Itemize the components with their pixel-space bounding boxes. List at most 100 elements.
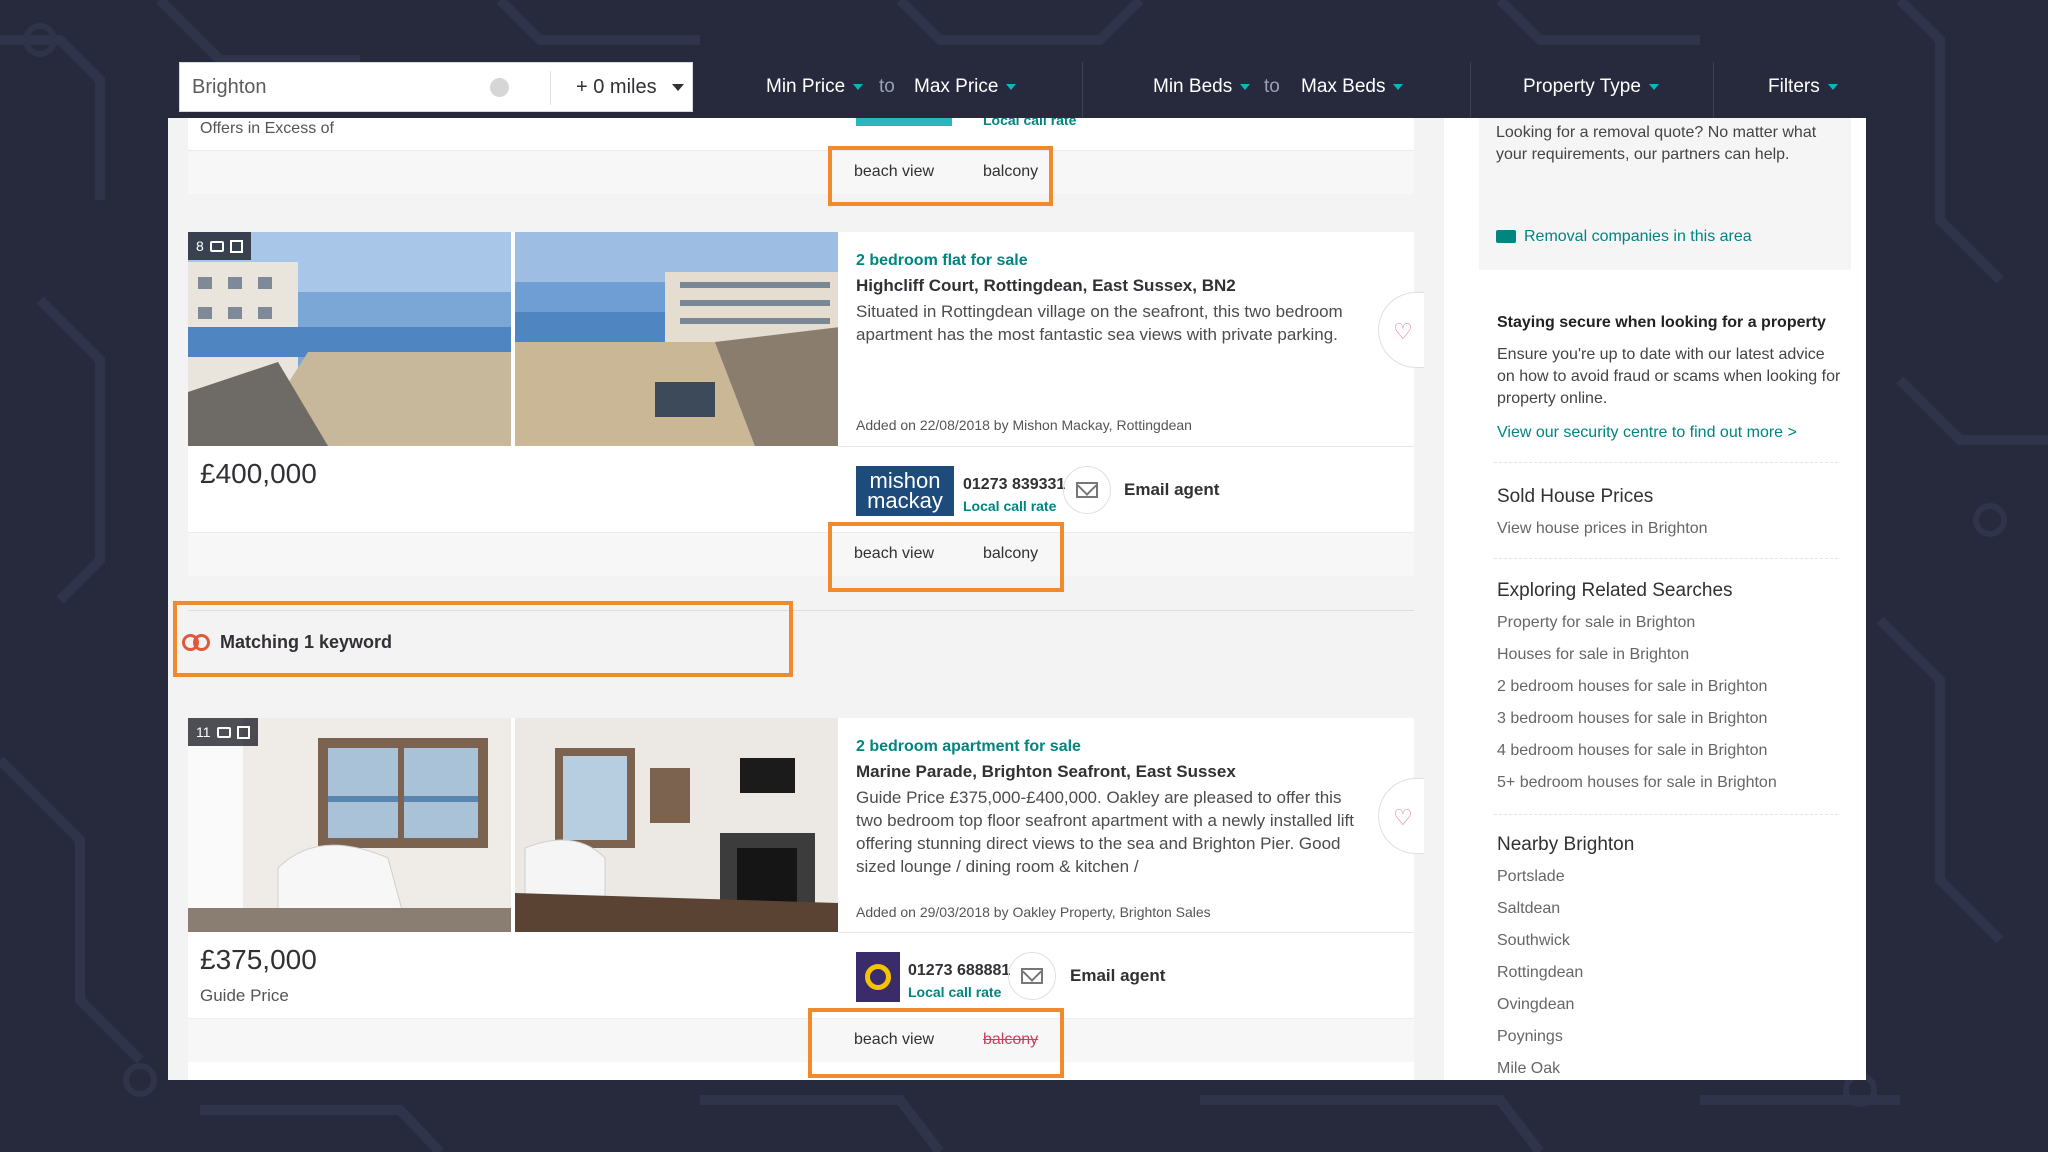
property-type-dropdown[interactable]: Property Type	[1523, 76, 1659, 98]
chevron-down-icon	[1006, 84, 1017, 90]
email-agent-link[interactable]: Email agent	[1124, 480, 1219, 500]
floorplan-icon	[229, 239, 243, 253]
email-agent-icon-button[interactable]	[1008, 952, 1056, 1000]
max-price-label: Max Price	[914, 76, 999, 97]
property-card[interactable]: 11 £375,000 Guide Price 2 bedroom apartm…	[188, 718, 1424, 1080]
removal-text: Looking for a removal quote? No matter w…	[1496, 124, 1817, 163]
filters-label: Filters	[1768, 76, 1820, 97]
local-call-rate: Local call rate	[908, 984, 1002, 1000]
security-title: Staying secure when looking for a proper…	[1497, 314, 1826, 331]
floorplan-icon	[236, 725, 250, 739]
property-photo[interactable]	[188, 232, 511, 446]
photo-count-badge: 8	[188, 232, 251, 260]
nearby-link[interactable]: Portslade	[1497, 868, 1565, 886]
to-label: to	[879, 76, 895, 97]
sold-prices-link[interactable]: View house prices in Brighton	[1497, 520, 1708, 538]
email-agent-icon-button[interactable]	[1063, 466, 1111, 514]
keyword-tags: beach view balcony	[188, 150, 1414, 194]
heart-icon: ♡	[1393, 805, 1413, 830]
nearby-link[interactable]: Mile Oak	[1497, 1060, 1560, 1078]
envelope-icon	[1021, 968, 1043, 984]
local-call-rate: Local call rate	[963, 498, 1057, 514]
max-beds-dropdown[interactable]: Max Beds	[1301, 76, 1404, 98]
nearby-link[interactable]: Poynings	[1497, 1028, 1563, 1046]
divider	[838, 446, 1414, 447]
nearby-link[interactable]: Saltdean	[1497, 900, 1560, 918]
property-card[interactable]: 8 £400,000 2 bedroom flat for sale Highc…	[188, 232, 1424, 576]
photo-gallery[interactable]: 8	[188, 232, 838, 446]
divider	[550, 71, 551, 105]
radius-select[interactable]: + 0 miles	[576, 76, 657, 99]
min-price-dropdown[interactable]: Min Price	[766, 76, 864, 98]
property-description: Situated in Rottingdean village on the s…	[856, 302, 1343, 344]
location-search-box: Brighton + 0 miles	[179, 62, 693, 112]
photo-gallery[interactable]: 11	[188, 718, 838, 932]
related-search-link[interactable]: 5+ bedroom houses for sale in Brighton	[1497, 774, 1777, 792]
camera-icon	[216, 726, 231, 738]
max-beds-label: Max Beds	[1301, 76, 1386, 97]
property-description: Guide Price £375,000-£400,000. Oakley ar…	[856, 788, 1354, 876]
keyword-tags: beach view balcony	[188, 532, 1414, 576]
max-price-dropdown[interactable]: Max Price	[914, 76, 1017, 98]
agent-logo[interactable]: mishon mackay	[856, 466, 954, 516]
property-photo[interactable]	[188, 718, 511, 932]
location-input[interactable]: Brighton	[192, 76, 267, 99]
agent-phone[interactable]: 01273 688881	[908, 962, 1010, 980]
nearby-link[interactable]: Ovingdean	[1497, 996, 1574, 1014]
added-date: Added on 29/03/2018 by Oakley Property, …	[856, 904, 1211, 920]
min-beds-dropdown[interactable]: Min Beds	[1153, 76, 1251, 98]
sold-prices-title: Sold House Prices	[1497, 486, 1654, 507]
divider	[1494, 558, 1838, 559]
nearby-link[interactable]: Rottingdean	[1497, 964, 1583, 982]
heart-icon: ♡	[1393, 319, 1413, 344]
sidebar: Looking for a removal quote? No matter w…	[1444, 118, 1866, 1080]
related-search-link[interactable]: Houses for sale in Brighton	[1497, 646, 1689, 664]
local-call-rate: Local call rate	[983, 118, 1077, 128]
security-text: Ensure you're up to date with our latest…	[1497, 346, 1841, 407]
security-centre-link[interactable]: View our security centre to find out mor…	[1497, 424, 1797, 442]
property-type-link[interactable]: 2 bedroom flat for sale	[856, 252, 1028, 270]
removal-link-text: Removal companies in this area	[1524, 228, 1752, 245]
property-photo[interactable]	[515, 718, 838, 932]
keyword-tags: beach view balcony	[188, 1018, 1414, 1062]
related-search-link[interactable]: 3 bedroom houses for sale in Brighton	[1497, 710, 1767, 728]
save-favourite-button[interactable]: ♡	[1378, 292, 1424, 368]
chevron-down-icon	[1648, 84, 1659, 90]
search-filter-bar: Brighton + 0 miles Min Price to Max Pric…	[179, 62, 1866, 118]
agent-phone[interactable]: 01273 839331	[963, 476, 1065, 494]
save-favourite-button[interactable]: ♡	[1378, 778, 1424, 854]
related-search-link[interactable]: Property for sale in Brighton	[1497, 614, 1695, 632]
property-type-link[interactable]: 2 bedroom apartment for sale	[856, 738, 1081, 756]
clear-location-icon[interactable]	[490, 78, 509, 97]
related-search-link[interactable]: 2 bedroom houses for sale in Brighton	[1497, 678, 1767, 696]
min-price-label: Min Price	[766, 76, 846, 97]
photo-count: 11	[196, 724, 211, 740]
divider	[1494, 462, 1838, 463]
highlight-box	[828, 146, 1053, 206]
chevron-down-icon	[1827, 84, 1838, 90]
related-search-link[interactable]: 4 bedroom houses for sale in Brighton	[1497, 742, 1767, 760]
oakley-logo-icon	[865, 964, 891, 990]
agent-logo	[856, 118, 952, 126]
chevron-down-icon	[1240, 84, 1251, 90]
removal-promo: Looking for a removal quote? No matter w…	[1479, 118, 1851, 270]
highlight-box	[173, 601, 793, 677]
property-card: Offers in Excess of Local call rate beac…	[188, 118, 1414, 194]
property-photo[interactable]	[515, 232, 838, 446]
property-type-label: Property Type	[1523, 76, 1641, 97]
divider	[1713, 62, 1714, 118]
chevron-down-icon[interactable]	[672, 84, 684, 91]
agent-logo[interactable]	[856, 952, 900, 1002]
price-qualifier: Guide Price	[200, 986, 289, 1005]
removal-companies-link[interactable]: Removal companies in this area	[1496, 228, 1752, 246]
divider	[1082, 62, 1083, 118]
highlight-box	[828, 522, 1064, 592]
results-list: Offers in Excess of Local call rate beac…	[168, 118, 1444, 1080]
property-address[interactable]: Marine Parade, Brighton Seafront, East S…	[856, 762, 1236, 782]
photo-count-badge: 11	[188, 718, 258, 746]
nearby-link[interactable]: Southwick	[1497, 932, 1570, 950]
email-agent-link[interactable]: Email agent	[1070, 966, 1165, 986]
property-address[interactable]: Highcliff Court, Rottingdean, East Susse…	[856, 276, 1236, 296]
filters-dropdown[interactable]: Filters	[1768, 76, 1838, 98]
chevron-down-icon	[853, 84, 864, 90]
